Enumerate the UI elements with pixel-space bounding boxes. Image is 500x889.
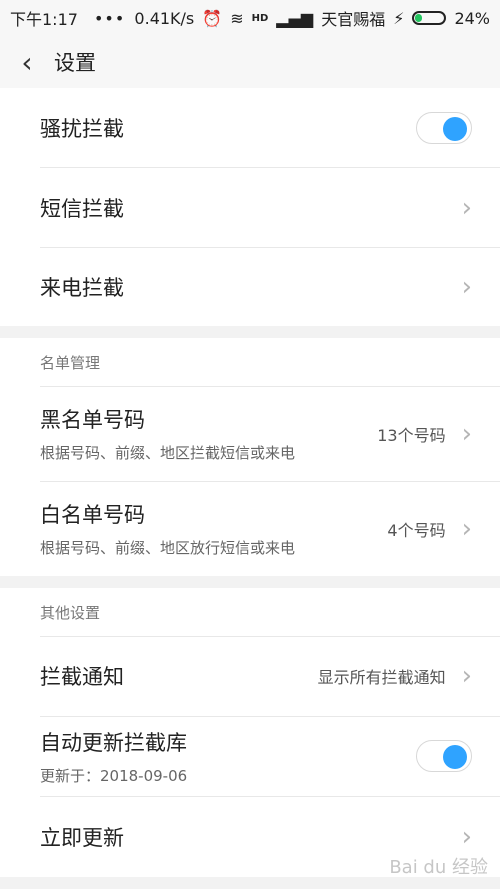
section-title: 其他设置: [40, 603, 101, 622]
title-bar: ‹ 设置: [0, 36, 500, 89]
chevron-left-icon: ‹: [21, 45, 33, 79]
setting-item-blacklist[interactable]: 黑名单号码 根据号码、前缀、地区拦截短信或来电 13个号码 ›: [0, 386, 500, 481]
setting-sublabel: 根据号码、前缀、地区拦截短信或来电: [40, 444, 296, 462]
toggle-knob: [443, 745, 467, 769]
setting-item-auto-update[interactable]: 自动更新拦截库 更新于：2018-09-06: [0, 716, 500, 796]
status-dots: •••: [93, 8, 126, 28]
setting-label: 白名单号码: [40, 503, 145, 527]
battery-percent: 24%: [454, 8, 490, 28]
section-blocking: 骚扰拦截 短信拦截 › 来电拦截 ›: [0, 88, 500, 326]
battery-level: [415, 14, 423, 22]
chevron-right-icon: ›: [461, 192, 472, 223]
setting-value: 4个号码: [387, 520, 446, 540]
carrier-name: 天官赐福: [321, 10, 386, 29]
chevron-right-icon: ›: [461, 661, 472, 691]
setting-item-call-blocking[interactable]: 来电拦截 ›: [0, 247, 500, 326]
chevron-right-icon: ›: [461, 271, 472, 302]
setting-value: 显示所有拦截通知: [317, 668, 446, 687]
back-button[interactable]: ‹: [0, 46, 54, 79]
alarm-icon: ⏰: [202, 8, 223, 28]
chevron-right-icon: ›: [461, 418, 472, 449]
charging-icon: ⚡: [393, 8, 405, 28]
chevron-right-icon: ›: [461, 513, 472, 544]
setting-item-sms-blocking[interactable]: 短信拦截 ›: [0, 168, 500, 247]
setting-label: 来电拦截: [40, 275, 124, 300]
section-other-settings: 其他设置 拦截通知 显示所有拦截通知 › 自动更新拦截库 更新于：2018-09…: [0, 588, 500, 877]
setting-label: 短信拦截: [40, 196, 124, 221]
battery-icon: [412, 11, 447, 25]
setting-item-whitelist[interactable]: 白名单号码 根据号码、前缀、地区放行短信或来电 4个号码 ›: [0, 481, 500, 576]
setting-sublabel: 根据号码、前缀、地区放行短信或来电: [40, 539, 296, 557]
setting-label: 黑名单号码: [40, 408, 145, 432]
signal-icon: ▂▄▆: [276, 8, 314, 28]
section-header: 其他设置: [0, 588, 500, 636]
setting-item-harassment-blocking[interactable]: 骚扰拦截: [0, 88, 500, 168]
setting-value: 13个号码: [377, 425, 446, 445]
toggle-knob: [443, 117, 467, 141]
chevron-right-icon: ›: [461, 821, 472, 852]
harassment-toggle[interactable]: [416, 112, 472, 144]
setting-item-blocking-notification[interactable]: 拦截通知 显示所有拦截通知 ›: [0, 636, 500, 716]
status-time: 下午1:17: [10, 10, 78, 29]
setting-label: 自动更新拦截库: [40, 730, 187, 755]
setting-label: 拦截通知: [40, 665, 124, 689]
setting-label: 骚扰拦截: [40, 117, 124, 141]
auto-update-toggle[interactable]: [416, 740, 472, 772]
hd-icon: HD: [251, 12, 269, 24]
wifi-icon: ≋: [230, 8, 244, 28]
section-header: 名单管理: [0, 338, 500, 386]
section-list-management: 名单管理 黑名单号码 根据号码、前缀、地区拦截短信或来电 13个号码 › 白名单…: [0, 338, 500, 576]
baidu-watermark: Bai du 经验: [389, 857, 488, 878]
network-speed: 0.41K/s: [134, 8, 195, 28]
setting-label: 立即更新: [40, 825, 124, 850]
page-title: 设置: [54, 51, 96, 75]
status-bar: 下午1:17 ••• 0.41K/s ⏰ ≋ HD ▂▄▆ 天官赐福 ⚡ 24%: [0, 0, 500, 36]
section-title: 名单管理: [40, 353, 101, 372]
setting-sublabel: 更新于：2018-09-06: [40, 766, 188, 785]
